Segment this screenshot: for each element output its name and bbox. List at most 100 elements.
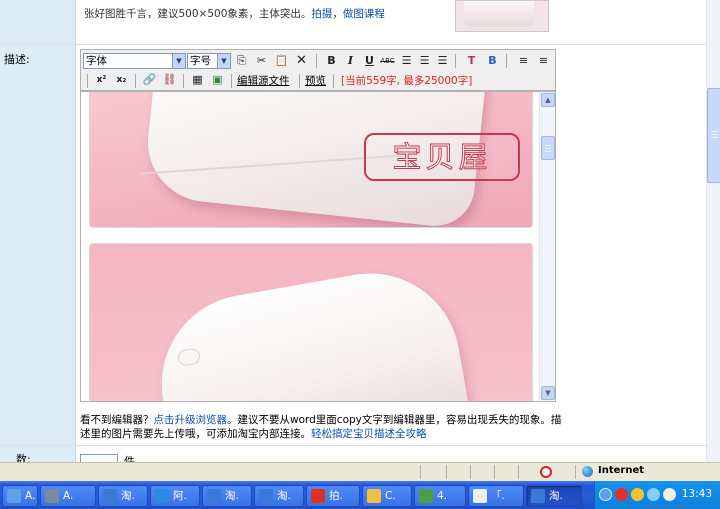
bullet-list-icon[interactable]: ≡ [535, 53, 552, 69]
numbered-list-icon[interactable]: ≡ [515, 53, 532, 69]
browser-page: { "top_tip": { "text": "张好图胜千言，建议500×500… [0, 0, 720, 509]
status-divider [470, 465, 471, 479]
page-scrollbar[interactable] [706, 0, 720, 465]
system-tray: 13:43 [594, 481, 720, 509]
popup-blocked-icon[interactable] [540, 466, 552, 478]
taskbar-button[interactable]: 「. [468, 485, 524, 507]
background-color-icon[interactable]: B [484, 53, 501, 69]
chevron-down-icon: ▼ [217, 54, 230, 68]
taskbar-button-label: 拍. [329, 490, 343, 502]
scroll-thumb[interactable] [541, 136, 555, 160]
tip-separator: ， [332, 8, 343, 20]
copy-icon[interactable]: ⎘ [233, 53, 250, 69]
editor-scrollbar[interactable]: ▲ ▼ [539, 92, 555, 401]
toolbar-divider [316, 54, 317, 68]
description-guide-link[interactable]: 轻松搞定宝贝描述全攻略 [311, 428, 427, 440]
form-row-divider [0, 44, 706, 45]
taskbar-button-label: 「. [491, 490, 505, 502]
shop-watermark: 宝贝屋 [364, 133, 520, 181]
form-label-column [0, 0, 76, 465]
image-tip: 张好图胜千言，建议500×500象素，主体突出。拍摄，做图课程 [84, 6, 385, 21]
subscript-button[interactable]: x₂ [113, 72, 130, 88]
white-handbag-image [147, 259, 473, 401]
volume-icon[interactable] [663, 488, 676, 501]
status-divider [575, 465, 576, 479]
cut-icon[interactable]: ✂ [253, 53, 270, 69]
text-color-icon[interactable]: T [463, 53, 480, 69]
taskbar-button[interactable]: 4. [414, 485, 466, 507]
shoot-link[interactable]: 拍摄 [311, 8, 332, 20]
bold-button[interactable]: B [323, 53, 340, 69]
toolbar-divider [299, 74, 300, 88]
delete-icon[interactable]: ✕ [293, 53, 310, 69]
taskbar-button[interactable]: 淘. [202, 485, 252, 507]
align-left-icon[interactable]: ☰ [398, 53, 415, 69]
align-center-icon[interactable]: ☰ [416, 53, 433, 69]
taskbar-button-label: 淘. [121, 490, 135, 502]
app-icon [7, 489, 21, 503]
remove-link-icon[interactable]: ⛓ [161, 72, 178, 88]
edit-source-button[interactable]: 编辑源文件 [237, 73, 290, 88]
scroll-up-button[interactable]: ▲ [541, 93, 555, 107]
status-divider [494, 465, 495, 479]
taskbar-button-label: 4. [437, 490, 448, 502]
windows-taskbar: A. A. 淘. 阿. 淘. 淘. 拍. C. 4. 「. 淘. 13:43 [0, 481, 720, 509]
note-text: 看不到编辑器？ [80, 414, 154, 426]
toolbar-divider [183, 74, 184, 88]
upgrade-browser-link[interactable]: 点击升级浏览器 [154, 414, 228, 426]
page-scroll-thumb[interactable] [707, 88, 720, 183]
qq-icon[interactable] [631, 488, 644, 501]
insert-link-icon[interactable]: 🔗 [141, 72, 158, 88]
font-size-select[interactable]: 字号 ▼ [187, 53, 231, 69]
product-photo: 宝贝屋 [89, 92, 533, 228]
chevron-down-icon: ▼ [172, 54, 185, 68]
description-editor[interactable]: 宝贝屋 ▲ ▼ [80, 91, 556, 402]
app-icon [419, 489, 433, 503]
taskbar-button[interactable]: 阿. [150, 485, 200, 507]
toolbar-divider [135, 74, 136, 88]
paste-icon[interactable]: 📋 [273, 53, 290, 69]
scroll-down-button[interactable]: ▼ [541, 386, 555, 400]
status-divider [446, 465, 447, 479]
taskbar-button-label: A. [63, 490, 74, 502]
image-tip-text: 张好图胜千言，建议500×500象素，主体突出。 [84, 8, 312, 20]
status-divider [518, 465, 519, 479]
insert-image-icon[interactable]: ▣ [209, 72, 226, 88]
clock: 13:43 [681, 488, 712, 500]
toolbar-divider [455, 54, 456, 68]
character-count: [当前559字, 最多25000字] [341, 75, 473, 87]
taskbar-button[interactable]: 淘. [526, 485, 582, 507]
status-divider [420, 465, 421, 479]
editor-toolbar: 字体 ▼ 字号 ▼ ⎘ ✂ 📋 ✕ B I U ABC ☰ ☰ ☰ T B ≡ … [80, 49, 556, 91]
font-family-select[interactable]: 字体 ▼ [83, 53, 186, 69]
toolbar-divider [231, 74, 232, 88]
underline-button[interactable]: U [361, 53, 378, 69]
taskbar-button-label: 淘. [549, 490, 563, 502]
font-size-value: 字号 [190, 55, 211, 67]
preview-button[interactable]: 预览 [305, 73, 326, 88]
align-right-icon[interactable]: ☰ [434, 53, 451, 69]
browser-status-bar: Internet [0, 462, 720, 481]
taskbar-button-label: 淘. [277, 490, 291, 502]
tray-back-arrow-icon[interactable] [599, 488, 612, 501]
product-thumbnail[interactable] [455, 0, 549, 32]
image-course-link[interactable]: 做图课程 [343, 8, 385, 20]
italic-button[interactable]: I [342, 53, 359, 69]
superscript-button[interactable]: x² [93, 72, 110, 88]
strikethrough-button[interactable]: ABC [379, 53, 396, 69]
network-icon[interactable] [647, 488, 660, 501]
taskbar-button[interactable]: 淘. [98, 485, 148, 507]
taskbar-button[interactable]: C. [362, 485, 412, 507]
taskbar-button[interactable]: A. [2, 485, 38, 507]
insert-table-icon[interactable]: ▦ [189, 72, 206, 88]
app-icon [45, 489, 59, 503]
app-icon [259, 489, 273, 503]
toolbar-divider [333, 74, 334, 88]
tray-app-icon[interactable] [615, 488, 628, 501]
taskbar-button[interactable]: 淘. [254, 485, 304, 507]
thumbnail-bag-image [464, 1, 534, 27]
app-icon [473, 489, 487, 503]
taskbar-button[interactable]: 拍. [306, 485, 360, 507]
taskbar-button[interactable]: A. [40, 485, 96, 507]
app-icon [207, 489, 221, 503]
